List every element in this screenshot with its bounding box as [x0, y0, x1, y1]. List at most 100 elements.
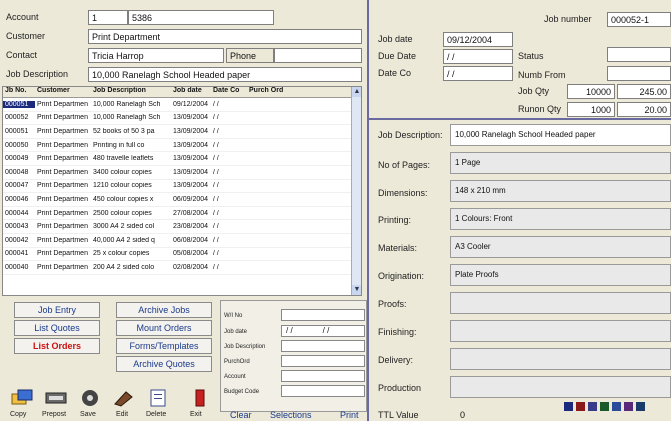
exit-icon[interactable]: [188, 388, 212, 408]
search-account-field[interactable]: [281, 370, 365, 382]
mount-orders-button[interactable]: Mount Orders: [116, 320, 212, 336]
job-entry-button[interactable]: Job Entry: [14, 302, 100, 318]
color-swatch-icon[interactable]: [612, 402, 621, 411]
date-co-field[interactable]: / /: [443, 66, 513, 81]
archive-quotes-button[interactable]: Archive Quotes: [116, 356, 212, 372]
purch-ord-field[interactable]: [281, 355, 365, 367]
due-date-field[interactable]: / /: [443, 49, 513, 64]
table-row[interactable]: 000043 Print Departmen 3000 A4 2 sided col…: [3, 220, 361, 234]
forms-templates-button[interactable]: Forms/Templates: [116, 338, 212, 354]
table-row[interactable]: 000040 Print Departmen 200 A4 2 sided colo…: [3, 261, 361, 275]
contact-field[interactable]: Tricia Harrop: [88, 48, 224, 63]
search-job-desc-field[interactable]: [281, 340, 365, 352]
table-row[interactable]: 000050 Print Departmen Printing in full co…: [3, 139, 361, 153]
save-icon[interactable]: [78, 388, 102, 408]
production-field[interactable]: [450, 376, 671, 398]
budget-code-field[interactable]: [281, 385, 365, 397]
col-header-job-date[interactable]: Job date: [171, 87, 211, 97]
job-qty-price-field[interactable]: 245.00: [617, 84, 671, 99]
cell-job-date: 05/08/2004: [173, 250, 209, 258]
origination-field[interactable]: Plate Proofs: [450, 264, 671, 286]
delivery-field[interactable]: [450, 348, 671, 370]
col-header-job-description[interactable]: Job Description: [91, 87, 171, 97]
table-row[interactable]: 000049 Print Departmen 480 travelle leafle…: [3, 152, 361, 166]
pages-label: No of Pages:: [378, 160, 431, 170]
table-row[interactable]: 000051 Print Departmen 10,000 Ranelagh Sch…: [3, 98, 361, 112]
status-field[interactable]: [607, 47, 671, 62]
contact-label: Contact: [6, 50, 38, 60]
cell-date-co: / /: [213, 250, 219, 258]
date-from-field[interactable]: / / / /: [281, 325, 365, 337]
phone-field[interactable]: [274, 48, 362, 63]
job-number-field[interactable]: 000052-1: [607, 12, 671, 27]
scroll-down-icon[interactable]: ▼: [352, 285, 361, 295]
materials-field[interactable]: A3 Cooler: [450, 236, 671, 258]
archive-jobs-button[interactable]: Archive Jobs: [116, 302, 212, 318]
cell-job-date: 06/09/2004: [173, 195, 209, 203]
pages-field[interactable]: 1 Page: [450, 152, 671, 174]
cell-customer: Print Departmen: [37, 127, 88, 135]
detail-job-description-field[interactable]: 10,000 Ranelagh School Headed paper: [450, 124, 671, 146]
table-row[interactable]: 000044 Print Departmen 2500 colour copies 2…: [3, 207, 361, 221]
job-list-grid[interactable]: Jb No. Customer Job Description Job date…: [2, 86, 362, 296]
cell-job-no: 000052: [5, 114, 29, 122]
clear-link[interactable]: Clear: [230, 410, 252, 420]
cell-job-description: 25 x colour copies: [93, 250, 150, 258]
wo-no-label: W/I No: [224, 313, 243, 319]
panel-divider: [367, 0, 369, 421]
cell-job-description: 1210 colour copies: [93, 182, 152, 190]
color-swatch-icon[interactable]: [624, 402, 633, 411]
color-swatch-icon[interactable]: [636, 402, 645, 411]
customer-field[interactable]: Print Department: [88, 29, 362, 44]
cell-date-co: / /: [213, 155, 219, 163]
color-swatch-icon[interactable]: [576, 402, 585, 411]
cell-job-no: 000049: [5, 155, 29, 163]
prepost-icon[interactable]: [44, 388, 68, 408]
origination-label: Origination:: [378, 271, 425, 281]
list-quotes-button[interactable]: List Quotes: [14, 320, 100, 336]
table-row[interactable]: 000046 Print Departmen 450 colour copies x…: [3, 193, 361, 207]
table-row[interactable]: 000048 Print Departmen 3400 colour copies 1…: [3, 166, 361, 180]
col-header-date-co[interactable]: Date Co: [211, 87, 247, 97]
dimensions-field[interactable]: 148 x 210 mm: [450, 180, 671, 202]
exit-label: Exit: [190, 411, 202, 418]
account-field[interactable]: 1: [88, 10, 128, 25]
cell-job-no: 000051: [5, 127, 29, 135]
job-description-field[interactable]: 10,000 Ranelagh School Headed paper: [88, 67, 362, 82]
scroll-up-icon[interactable]: ▲: [352, 87, 361, 97]
col-header-purch-ord[interactable]: Purch Ord: [247, 87, 287, 97]
col-header-job-no[interactable]: Jb No.: [3, 87, 35, 97]
cell-date-co: / /: [213, 236, 219, 244]
table-row[interactable]: 000042 Print Departmen 40,000 A4 2 sided q…: [3, 234, 361, 248]
numb-from-field[interactable]: [607, 66, 671, 81]
list-orders-button[interactable]: List Orders: [14, 338, 100, 354]
due-date-label: Due Date: [378, 51, 417, 61]
table-row[interactable]: 000052 Print Departmen 10,000 Ranelagh Sch…: [3, 112, 361, 126]
job-date-field[interactable]: 09/12/2004: [443, 32, 513, 47]
color-swatch-icon[interactable]: [600, 402, 609, 411]
table-row[interactable]: 000051 Print Departmen 52 books of 50 3 pa…: [3, 125, 361, 139]
grid-scrollbar[interactable]: ▲ ▼: [351, 87, 361, 295]
cell-customer: Print Departmen: [37, 209, 88, 217]
edit-icon[interactable]: [112, 388, 136, 408]
col-header-customer[interactable]: Customer: [35, 87, 91, 97]
delete-icon[interactable]: [146, 388, 170, 408]
print-link[interactable]: Print: [340, 410, 359, 420]
table-row[interactable]: 000047 Print Departmen 1210 colour copies 1…: [3, 180, 361, 194]
proofs-field[interactable]: [450, 292, 671, 314]
account-code-field[interactable]: 5386: [128, 10, 274, 25]
printing-field[interactable]: 1 Colours: Front: [450, 208, 671, 230]
runon-qty-field[interactable]: 1000: [567, 102, 615, 117]
color-swatch-icon[interactable]: [588, 402, 597, 411]
selections-link[interactable]: Selections: [270, 410, 312, 420]
copy-icon[interactable]: [10, 388, 34, 408]
cell-job-description: 2500 colour copies: [93, 209, 152, 217]
color-swatch-icon[interactable]: [564, 402, 573, 411]
job-qty-field[interactable]: 10000: [567, 84, 615, 99]
wo-no-field[interactable]: [281, 309, 365, 321]
table-row[interactable]: 000041 Print Departmen 25 x colour copies 0…: [3, 248, 361, 262]
cell-job-description: Printing in full co: [93, 141, 145, 149]
runon-price-field[interactable]: 20.00: [617, 102, 671, 117]
cell-date-co: / /: [213, 168, 219, 176]
finishing-field[interactable]: [450, 320, 671, 342]
